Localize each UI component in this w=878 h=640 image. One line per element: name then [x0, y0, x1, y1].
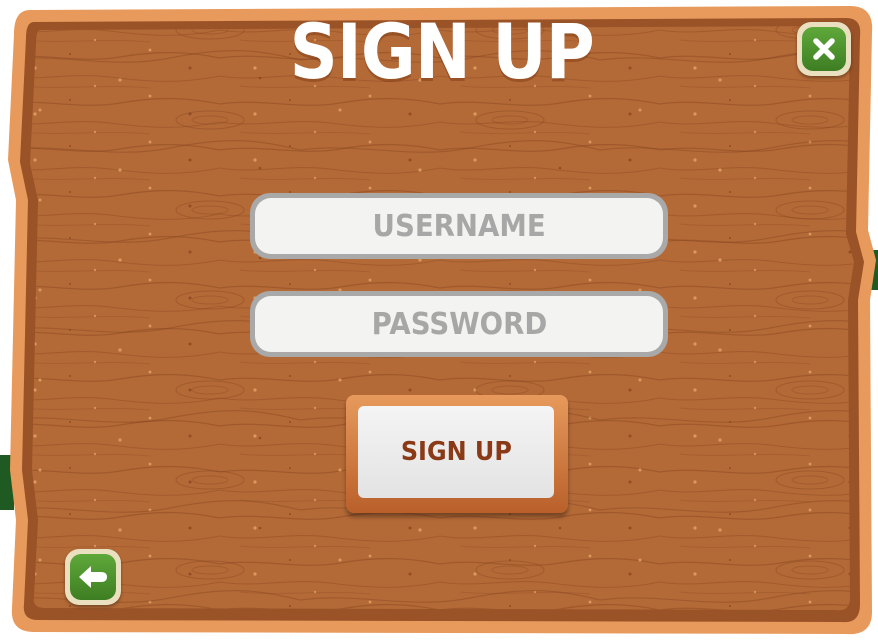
signup-button[interactable]: SIGN UP	[346, 395, 568, 513]
back-button-face[interactable]	[70, 554, 116, 600]
password-placeholder: PASSWORD	[371, 306, 547, 342]
password-input[interactable]: PASSWORD	[255, 296, 663, 352]
back-button[interactable]	[65, 549, 121, 605]
username-placeholder: USERNAME	[372, 208, 546, 244]
username-field[interactable]: USERNAME	[250, 193, 668, 259]
close-button-face[interactable]	[802, 27, 846, 71]
password-field[interactable]: PASSWORD	[250, 291, 668, 357]
close-button[interactable]	[797, 22, 851, 76]
close-icon	[813, 38, 835, 60]
signup-button-label: SIGN UP	[400, 437, 512, 467]
page-title: SIGN UP	[289, 7, 595, 96]
signup-screen: SIGN UP USERNAME PASSWORD SIGN UP	[0, 0, 878, 640]
back-arrow-icon	[79, 566, 107, 588]
signup-button-paper[interactable]: SIGN UP	[358, 406, 554, 498]
username-input[interactable]: USERNAME	[255, 198, 663, 254]
